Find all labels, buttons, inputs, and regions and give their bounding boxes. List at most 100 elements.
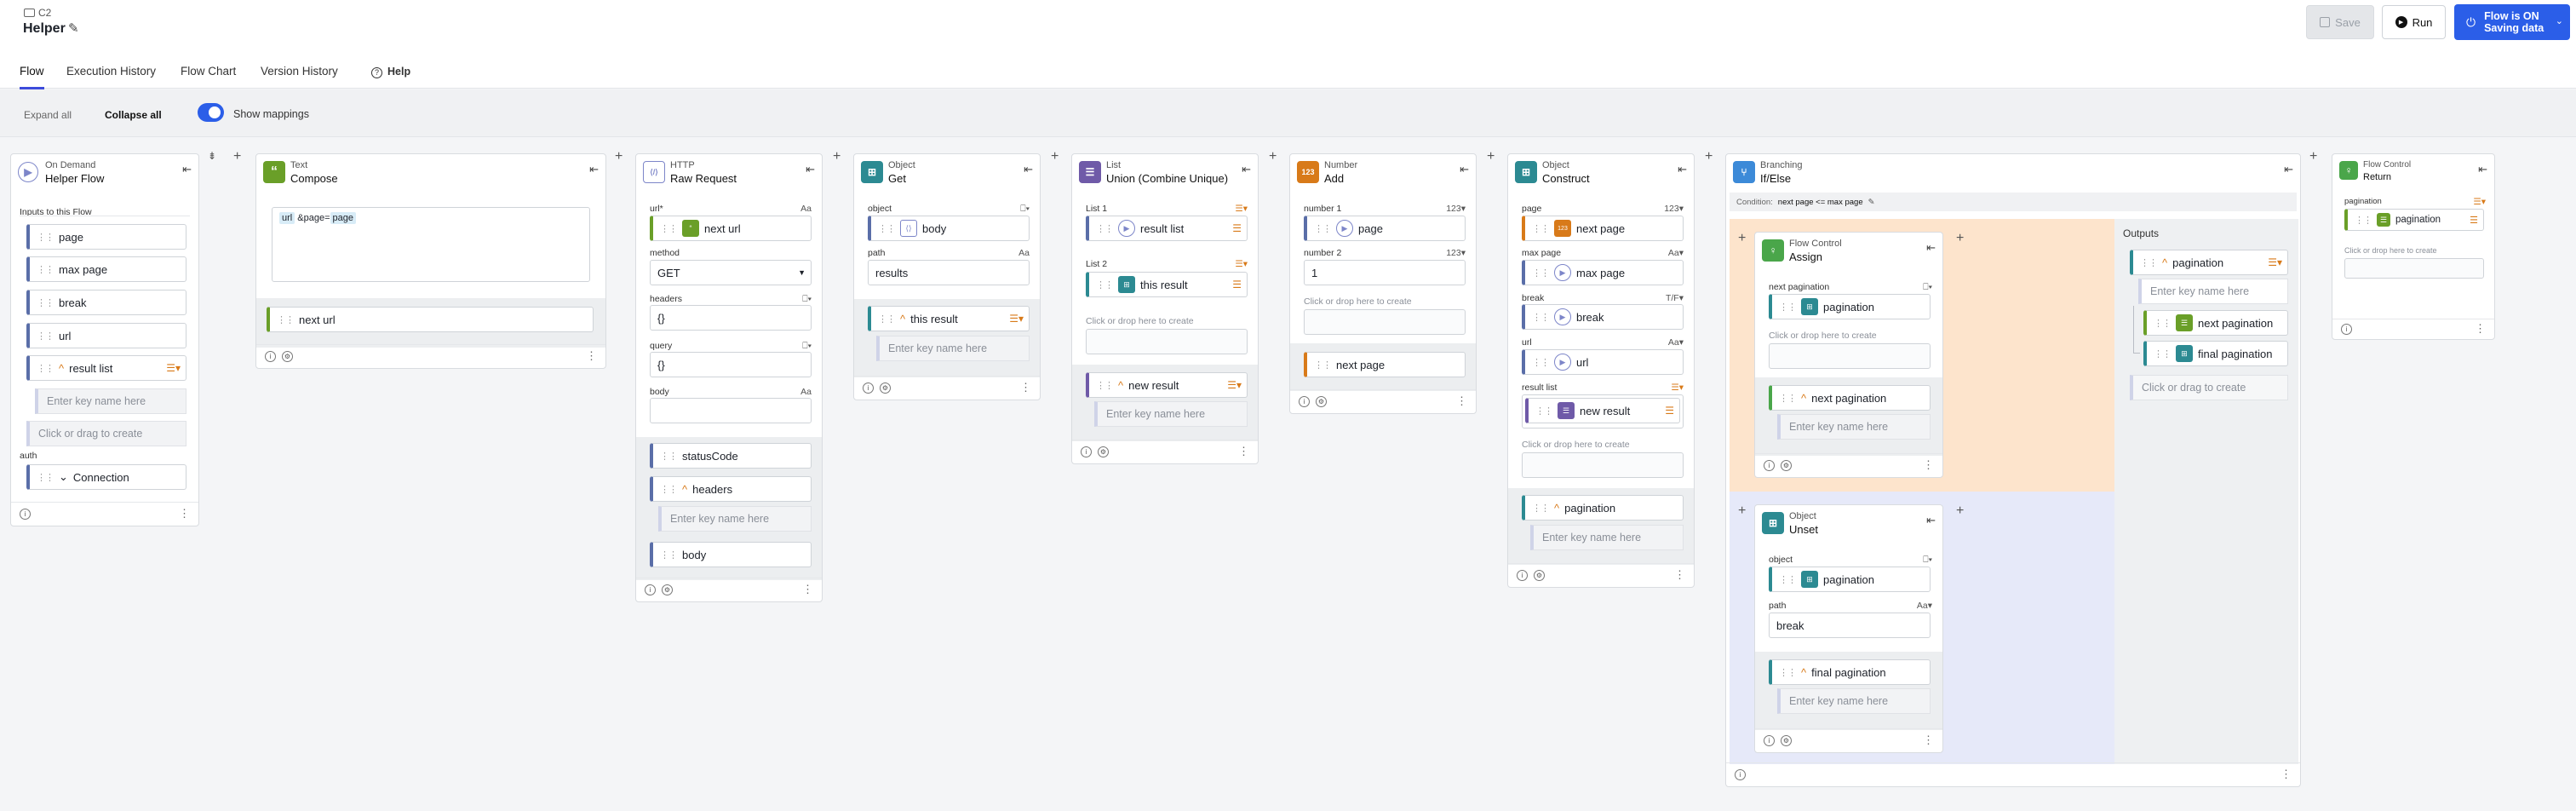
info-icon[interactable]: i	[1764, 460, 1775, 471]
create-output-button[interactable]: Click or drag to create	[2130, 375, 2288, 400]
more-options-icon[interactable]: ⋮	[179, 507, 190, 521]
create-input-button[interactable]: Click or drag to create	[26, 421, 186, 446]
drag-handle-icon[interactable]: ⋮⋮	[1096, 380, 1114, 391]
pin-icon[interactable]: ⇟	[208, 150, 216, 162]
drag-handle-icon[interactable]: ⋮⋮	[878, 223, 896, 234]
field-object[interactable]: ⋮⋮ ⟨⟩ body	[868, 216, 1030, 241]
card-on-demand[interactable]: ▶ On Demand Helper Flow ⇤ Inputs to this…	[10, 153, 199, 526]
save-button[interactable]: Save	[2306, 5, 2374, 39]
info-icon[interactable]: i	[1299, 396, 1310, 407]
drop-zone[interactable]	[1086, 329, 1248, 354]
list-type-icon[interactable]: ☰▾	[1227, 379, 1242, 391]
key-name-input[interactable]: Enter key name here	[35, 388, 186, 414]
key-name-input[interactable]: Enter key name here	[1530, 525, 1684, 550]
type-selector[interactable]: 123▾	[1446, 204, 1466, 214]
chevron-up-icon[interactable]: ^	[900, 313, 905, 325]
settings-icon[interactable]: ⚙	[880, 382, 891, 394]
drag-handle-icon[interactable]: ⋮⋮	[1535, 406, 1553, 417]
collapse-icon[interactable]: ⇤	[1926, 514, 1936, 527]
info-icon[interactable]: i	[1517, 570, 1528, 581]
field-number1[interactable]: ⋮⋮ ▶ page	[1304, 216, 1466, 241]
drag-handle-icon[interactable]: ⋮⋮	[37, 232, 55, 243]
drag-handle-icon[interactable]: ⋮⋮	[37, 264, 55, 275]
key-name-input[interactable]: Enter key name here	[876, 336, 1030, 361]
type-selector[interactable]: 123▾	[1664, 204, 1684, 214]
create-hint[interactable]: Click or drop here to create	[2344, 246, 2437, 255]
output-final-pagination[interactable]: ⋮⋮ ^ final pagination	[1769, 659, 1931, 685]
create-hint[interactable]: Click or drop here to create	[1086, 316, 1194, 326]
settings-icon[interactable]: ⚙	[662, 584, 673, 595]
drag-handle-icon[interactable]: ⋮⋮	[2154, 348, 2172, 359]
output-next-url[interactable]: ⋮⋮ next url	[267, 307, 594, 332]
field-url[interactable]: ⋮⋮ “next url	[650, 216, 812, 241]
type-selector[interactable]: Aa▾	[1668, 248, 1684, 258]
settings-icon[interactable]: ⚙	[1534, 570, 1545, 581]
more-options-icon[interactable]: ⋮	[1238, 445, 1249, 458]
type-selector[interactable]: ⎕▾	[1020, 204, 1030, 215]
collapse-icon[interactable]: ⇤	[1926, 241, 1936, 255]
path-field[interactable]: break	[1769, 613, 1931, 638]
add-step-button[interactable]: +	[1487, 149, 1495, 164]
chevron-up-icon[interactable]: ^	[2162, 256, 2167, 269]
key-name-input[interactable]: Enter key name here	[1777, 414, 1931, 440]
drag-handle-icon[interactable]: ⋮⋮	[1096, 279, 1114, 290]
card-object-unset[interactable]: ⊞ Object Unset ⇤ object ⎕▾ ⋮⋮ ⊞ pagination…	[1754, 504, 1943, 753]
chevron-up-icon[interactable]: ^	[1554, 502, 1559, 515]
create-hint[interactable]: Click or drop here to create	[1304, 296, 1412, 307]
field-object[interactable]: ⋮⋮ ⊞ pagination	[1769, 567, 1931, 592]
type-selector[interactable]: Aa▾	[1917, 601, 1932, 611]
drag-handle-icon[interactable]: ⋮⋮	[1532, 267, 1550, 279]
drag-handle-icon[interactable]: ⋮⋮	[1314, 223, 1332, 234]
field-pagination[interactable]: ⋮⋮ ⊞ pagination	[1769, 294, 1931, 319]
info-icon[interactable]: i	[645, 584, 656, 595]
field-list2[interactable]: ⋮⋮ ⊞ this result ☰	[1086, 272, 1248, 297]
drag-handle-icon[interactable]: ⋮⋮	[37, 297, 55, 308]
output-body[interactable]: ⋮⋮ body	[650, 542, 812, 567]
run-button[interactable]: ▶ Run	[2382, 5, 2446, 39]
card-object-get[interactable]: ⊞ Object Get ⇤ object ⎕▾ ⋮⋮ ⟨⟩ body path A…	[853, 153, 1041, 400]
list-type-icon[interactable]: ☰▾	[2473, 197, 2486, 207]
settings-icon[interactable]: ⚙	[1781, 460, 1792, 471]
collapse-icon[interactable]: ⇤	[806, 163, 815, 176]
list-type-icon[interactable]: ☰▾	[1671, 382, 1684, 393]
output-next-pagination[interactable]: ⋮⋮ ^ next pagination	[1769, 385, 1931, 411]
chevron-up-icon[interactable]: ^	[59, 362, 64, 375]
info-icon[interactable]: i	[863, 382, 874, 394]
more-options-icon[interactable]: ⋮	[1020, 381, 1031, 394]
body-field[interactable]	[650, 398, 812, 423]
field-max-page[interactable]: ⋮⋮ ▶ max page	[1522, 260, 1684, 285]
field-list1[interactable]: ⋮⋮ ▶ result list ☰	[1086, 216, 1248, 241]
number2-field[interactable]: 1	[1304, 260, 1466, 285]
condition-bar[interactable]: Condition: next page <= max page ✎	[1730, 193, 2297, 211]
list-type-icon[interactable]: ☰▾	[1009, 313, 1024, 325]
collapse-icon[interactable]: ⇤	[1242, 163, 1251, 176]
chevron-down-icon[interactable]: ⌄	[59, 470, 68, 484]
input-break[interactable]: ⋮⋮ break	[26, 290, 186, 315]
headers-field[interactable]: {}	[650, 305, 812, 331]
tab-help[interactable]: ? Help	[371, 65, 410, 78]
drop-zone[interactable]	[1304, 309, 1466, 335]
card-flow-return[interactable]: ♀ Flow Control Return ⇤ pagination ☰▾ ⋮⋮…	[2332, 153, 2495, 340]
type-selector[interactable]: ⎕▾	[802, 294, 812, 305]
collapse-icon[interactable]: ⇤	[1460, 163, 1469, 176]
breadcrumb[interactable]: C2	[24, 7, 51, 19]
add-step-button[interactable]: +	[833, 149, 840, 164]
add-step-button[interactable]: +	[2309, 149, 2317, 164]
output-status-code[interactable]: ⋮⋮ statusCode	[650, 443, 812, 469]
info-icon[interactable]: i	[2341, 324, 2352, 335]
drag-handle-icon[interactable]: ⋮⋮	[660, 223, 678, 234]
info-icon[interactable]: i	[1081, 446, 1092, 457]
card-number-add[interactable]: 123 Number Add ⇤ number 1 123▾ ⋮⋮ ▶ page n…	[1289, 153, 1477, 414]
drag-handle-icon[interactable]: ⋮⋮	[1532, 503, 1550, 514]
settings-icon[interactable]: ⚙	[1098, 446, 1109, 457]
flow-status-button[interactable]: ⏻ Flow is ON Saving data ⌄	[2454, 4, 2570, 40]
more-options-icon[interactable]: ⋮	[2475, 322, 2486, 336]
add-step-button[interactable]: +	[1956, 503, 1964, 519]
field-pagination[interactable]: ⋮⋮ ☰ pagination ☰	[2344, 209, 2484, 231]
info-icon[interactable]: i	[20, 509, 31, 520]
output-final-pagination[interactable]: ⋮⋮ ⊞ final pagination	[2143, 341, 2288, 366]
collapse-icon[interactable]: ⇤	[1024, 163, 1033, 176]
output-headers[interactable]: ⋮⋮ ^ headers	[650, 476, 812, 502]
type-selector[interactable]: Aa	[800, 204, 812, 214]
drag-handle-icon[interactable]: ⋮⋮	[878, 313, 896, 325]
